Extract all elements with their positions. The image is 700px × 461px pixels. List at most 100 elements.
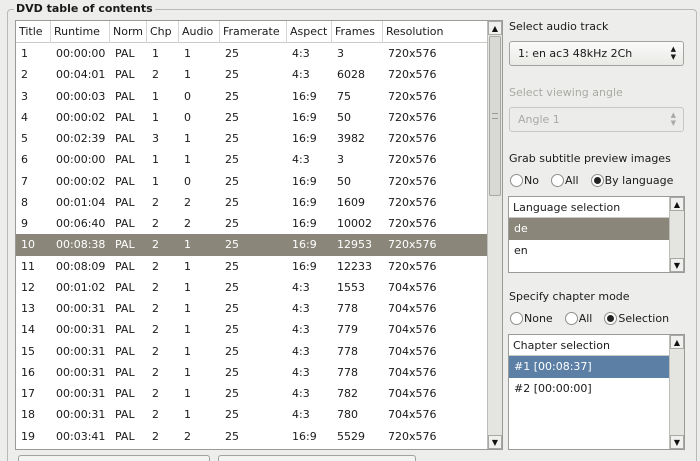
table-row[interactable]: 11 00:08:09 PAL 2 1 25 16:9 12233 720x576 [16, 256, 489, 277]
cell-chp: 2 [152, 195, 159, 209]
cell-chp: 2 [152, 387, 159, 400]
cell-title: 13 [21, 302, 35, 315]
cell-audio: 2 [184, 195, 191, 209]
cell-title: 17 [21, 387, 35, 400]
cell-frames: 10002 [337, 217, 372, 230]
bottom-button-right[interactable] [218, 455, 416, 461]
table-row[interactable]: 15 00:00:31 PAL 2 1 25 4:3 778 704x576 [16, 341, 489, 362]
scroll-thumb[interactable] [489, 36, 501, 196]
cell-aspect: 4:3 [292, 153, 310, 167]
radio-icon[interactable] [510, 312, 523, 325]
table-row[interactable]: 10 00:08:38 PAL 2 1 25 16:9 12953 720x576 [16, 234, 489, 256]
list-item-chapter[interactable]: #2 [00:00:00] [509, 378, 670, 400]
list-item-chapter[interactable]: #1 [00:08:37] [509, 356, 670, 378]
table-row[interactable]: 3 00:00:03 PAL 1 0 25 16:9 75 720x576 [16, 86, 489, 107]
language-selection-list[interactable]: Language selection de en ▲ ▼ [508, 196, 685, 273]
cell-framerate: 25 [225, 302, 239, 315]
cell-frames: 778 [337, 365, 358, 379]
table-row[interactable]: 9 00:06:40 PAL 2 2 25 16:9 10002 720x576 [16, 213, 489, 234]
scroll-up-icon[interactable]: ▲ [670, 197, 684, 211]
radio-checked-icon[interactable] [604, 312, 618, 325]
col-header-chp[interactable]: Chp [147, 21, 179, 43]
table-row[interactable]: 13 00:00:31 PAL 2 1 25 4:3 778 704x576 [16, 298, 489, 319]
cell-aspect: 4:3 [292, 302, 310, 315]
cell-aspect: 16:9 [292, 259, 317, 273]
cell-title: 3 [21, 89, 28, 103]
cell-resolution: 720x576 [388, 132, 437, 145]
table-row[interactable]: 19 00:03:41 PAL 2 2 25 16:9 5529 720x576 [16, 426, 489, 447]
list-item-language[interactable]: de [509, 218, 670, 240]
table-row[interactable]: 6 00:00:00 PAL 1 1 25 4:3 3 720x576 [16, 149, 489, 170]
cell-aspect: 16:9 [292, 238, 317, 252]
table-row[interactable]: 7 00:00:02 PAL 1 0 25 16:9 50 720x576 [16, 171, 489, 192]
cell-resolution: 720x576 [388, 110, 437, 124]
audio-track-value: 1: en ac3 48kHz 2Ch [518, 47, 633, 60]
table-row[interactable]: 16 00:00:31 PAL 2 1 25 4:3 778 704x576 [16, 362, 489, 383]
table-row[interactable]: 5 00:02:39 PAL 3 1 25 16:9 3982 720x576 [16, 128, 489, 149]
table-row[interactable]: 1 00:00:00 PAL 1 1 25 4:3 3 720x576 [16, 43, 489, 64]
col-header-audio[interactable]: Audio [179, 21, 220, 43]
cell-framerate: 25 [225, 365, 239, 379]
language-list-scrollbar[interactable]: ▲ ▼ [669, 197, 684, 272]
scroll-down-icon[interactable]: ▼ [488, 435, 502, 449]
subtitle-radio-by-language[interactable]: By language [590, 174, 673, 187]
titles-table[interactable]: Title Runtime Norm Chp Audio Framerate A… [15, 20, 503, 450]
cell-framerate: 25 [225, 408, 239, 422]
col-header-norm[interactable]: Norm [110, 21, 147, 43]
scroll-down-icon[interactable]: ▼ [670, 435, 684, 449]
cell-frames: 1609 [337, 195, 365, 209]
chapter-list-scrollbar[interactable]: ▲ ▼ [669, 335, 684, 449]
col-header-aspect[interactable]: Aspect [287, 21, 332, 43]
cell-framerate: 25 [225, 217, 239, 230]
scroll-down-icon[interactable]: ▼ [670, 258, 684, 272]
cell-title: 16 [21, 365, 35, 379]
cell-aspect: 4:3 [292, 68, 310, 82]
cell-chp: 3 [152, 132, 159, 145]
scroll-up-icon[interactable]: ▲ [488, 21, 502, 35]
cell-norm: PAL [115, 110, 135, 124]
cell-norm: PAL [115, 238, 135, 252]
table-row[interactable]: 12 00:01:02 PAL 2 1 25 4:3 1553 704x576 [16, 277, 489, 298]
col-header-runtime[interactable]: Runtime [51, 21, 110, 43]
table-row[interactable]: 17 00:00:31 PAL 2 1 25 4:3 782 704x576 [16, 383, 489, 404]
cell-frames: 3 [337, 47, 344, 60]
cell-title: 4 [21, 110, 28, 124]
cell-runtime: 00:01:04 [56, 195, 106, 209]
table-row[interactable]: 8 00:01:04 PAL 2 2 25 16:9 1609 720x576 [16, 192, 489, 213]
table-row[interactable]: 14 00:00:31 PAL 2 1 25 4:3 779 704x576 [16, 319, 489, 340]
list-item-language[interactable]: en [509, 240, 670, 262]
subtitle-radio-no[interactable]: No [510, 174, 539, 187]
chapter-radio-selection[interactable]: Selection [604, 312, 669, 325]
table-row[interactable]: 4 00:00:02 PAL 1 0 25 16:9 50 720x576 [16, 107, 489, 128]
chapter-selection-list[interactable]: Chapter selection #1 [00:08:37] #2 [00:0… [508, 334, 685, 450]
chapter-radio-all[interactable]: All [564, 312, 592, 325]
radio-checked-icon[interactable] [590, 174, 604, 187]
cell-chp: 2 [152, 408, 159, 422]
table-scrollbar[interactable]: ▲ ▼ [487, 21, 502, 449]
cell-framerate: 25 [225, 47, 239, 60]
cell-norm: PAL [115, 344, 135, 358]
radio-icon[interactable] [510, 174, 523, 187]
cell-runtime: 00:00:31 [56, 344, 106, 358]
col-header-title[interactable]: Title [16, 21, 51, 43]
subtitle-radio-all[interactable]: All [550, 174, 579, 187]
cell-resolution: 720x576 [388, 68, 437, 82]
scroll-up-icon[interactable]: ▲ [670, 335, 684, 349]
col-header-frames[interactable]: Frames [332, 21, 383, 43]
cell-frames: 50 [337, 174, 351, 188]
cell-runtime: 00:03:41 [56, 429, 106, 443]
cell-runtime: 00:02:39 [56, 132, 106, 145]
table-row[interactable]: 2 00:04:01 PAL 2 1 25 4:3 6028 720x576 [16, 64, 489, 85]
chapter-radio-none[interactable]: None [510, 312, 553, 325]
radio-icon[interactable] [564, 312, 578, 325]
cell-title: 2 [21, 68, 28, 82]
table-row[interactable]: 18 00:00:31 PAL 2 1 25 4:3 780 704x576 [16, 404, 489, 425]
col-header-resolution[interactable]: Resolution [383, 21, 489, 43]
col-header-framerate[interactable]: Framerate [220, 21, 287, 43]
audio-track-select[interactable]: 1: en ac3 48kHz 2Ch ▲ ▼ [509, 41, 684, 66]
bottom-button-left[interactable] [18, 455, 210, 461]
radio-icon[interactable] [550, 174, 564, 187]
cell-resolution: 704x576 [388, 323, 437, 337]
cell-resolution: 704x576 [388, 280, 437, 294]
cell-norm: PAL [115, 174, 135, 188]
